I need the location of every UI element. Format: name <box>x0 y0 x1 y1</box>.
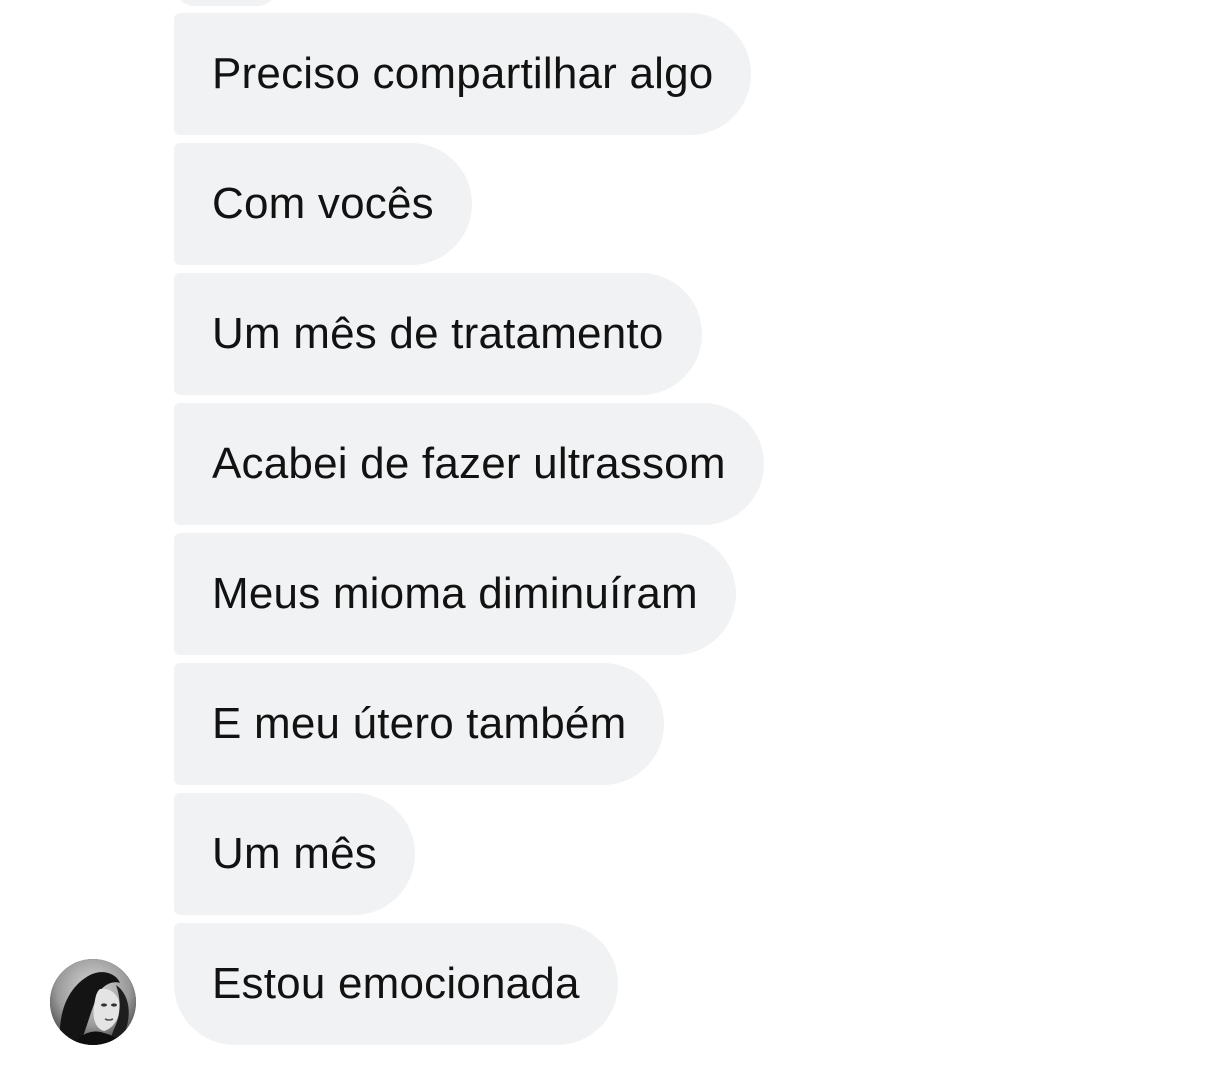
message-bubble[interactable]: Um mês de tratamento <box>174 273 702 395</box>
message-bubble[interactable]: Um mês <box>174 793 415 915</box>
message-bubble[interactable]: Preciso compartilhar algo <box>174 13 752 135</box>
previous-message-bubble-edge <box>176 0 276 6</box>
message-bubble[interactable]: E meu útero também <box>174 663 665 785</box>
message-bubble[interactable]: Acabei de fazer ultrassom <box>174 403 764 525</box>
avatar-photo-icon <box>50 959 136 1045</box>
message-thread: Preciso compartilhar algo Com vocês Um m… <box>0 0 1206 1068</box>
sender-avatar-icon[interactable] <box>50 959 136 1045</box>
message-bubble[interactable]: Estou emocionada <box>174 923 618 1045</box>
message-bubble[interactable]: Meus mioma diminuíram <box>174 533 736 655</box>
message-bubble[interactable]: Com vocês <box>174 143 472 265</box>
